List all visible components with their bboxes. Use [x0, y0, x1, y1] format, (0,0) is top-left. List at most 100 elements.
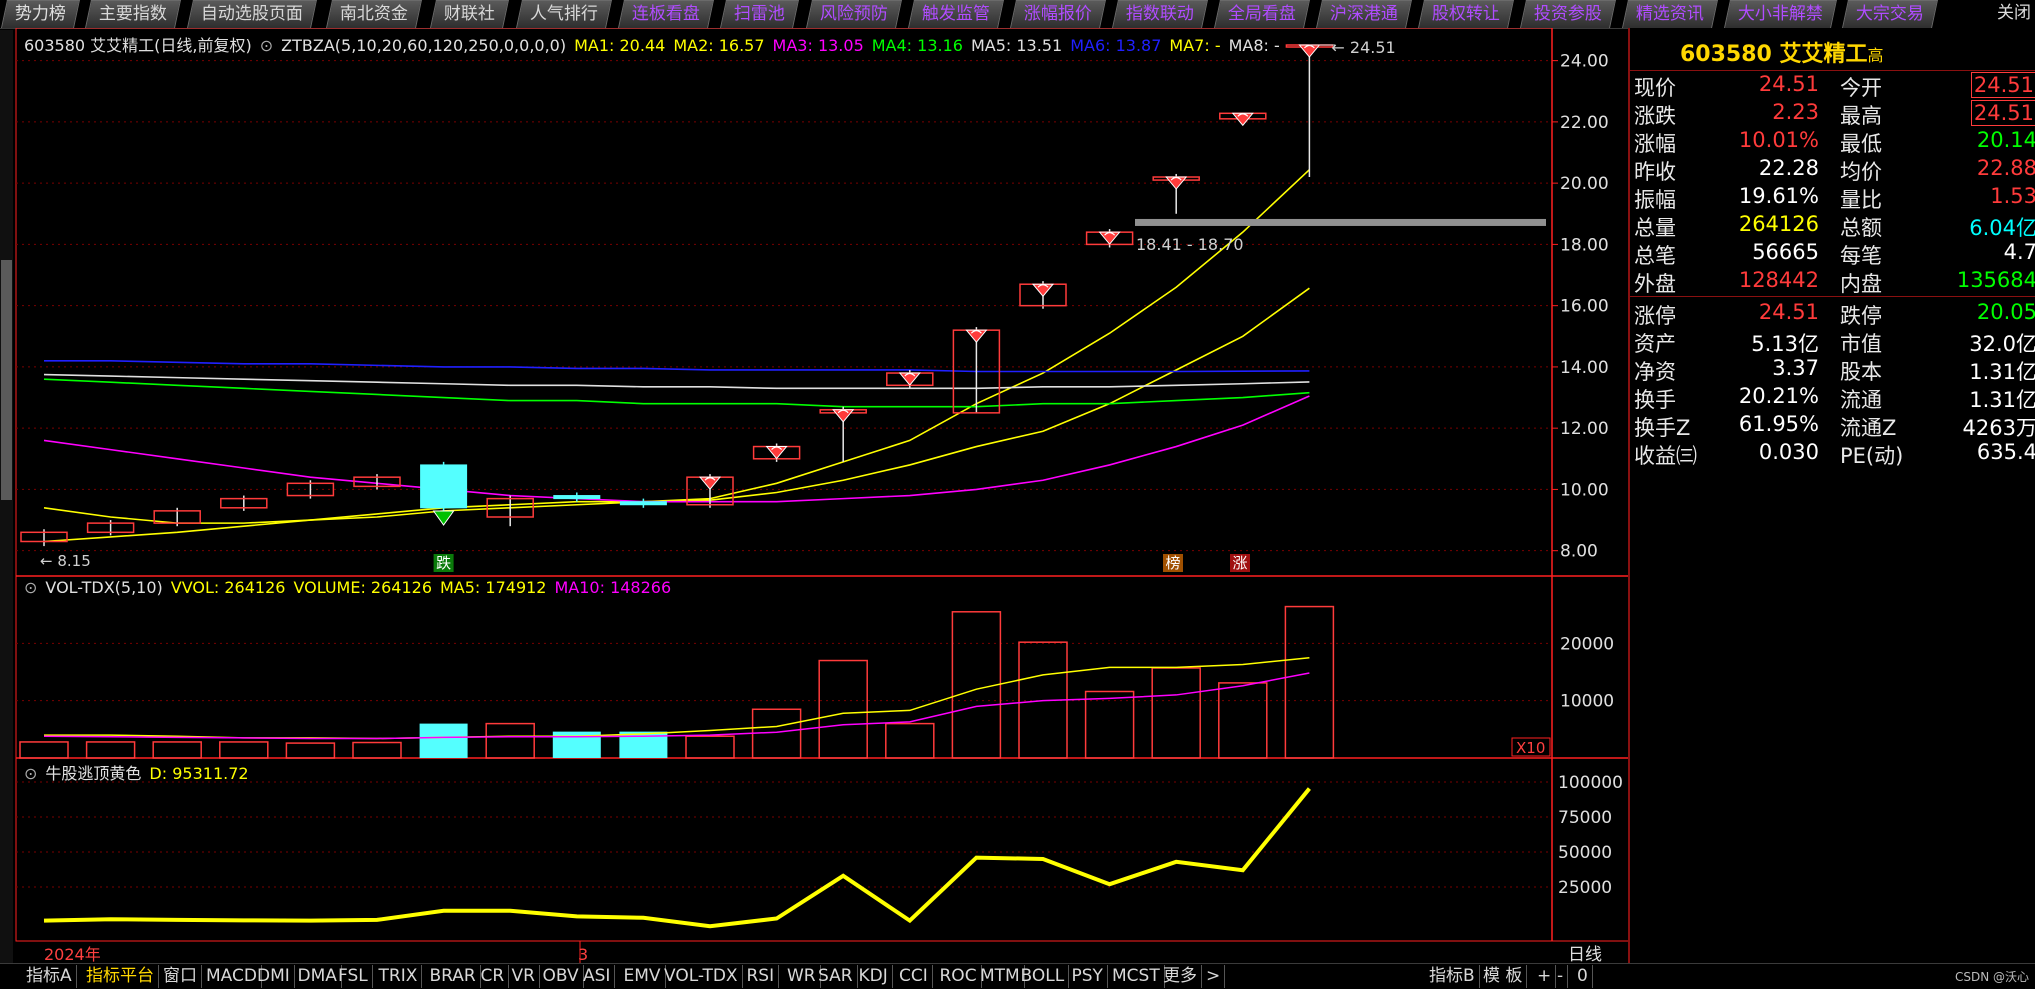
bottom-tab-cr[interactable]: CR [477, 965, 510, 988]
scrollbar-thumb[interactable] [1, 260, 12, 500]
quote-label: 内盘 [1840, 272, 1882, 296]
top-tab-19[interactable]: 大宗交易 [1842, 0, 1938, 28]
bottom-right-4[interactable]: - [1553, 965, 1569, 988]
quote-row: 收益㈢ 0.030 PE(动) 635.4 [1630, 440, 2035, 468]
quote-value: 20.21% [1738, 384, 1819, 408]
bottom-tab-指标a[interactable]: 指标A [22, 965, 77, 988]
bottom-tab-rsi[interactable]: RSI [743, 965, 780, 988]
quote-label: 净资 [1634, 360, 1676, 384]
top-tab-13[interactable]: 全局看盘 [1214, 0, 1310, 28]
price-tick-label: 18.00 [1560, 235, 1609, 255]
quote-row: 总笔 56665 每笔 4.7 [1630, 240, 2035, 268]
date-label: 2024年 [44, 945, 101, 963]
top-tab-15[interactable]: 股权转让 [1418, 0, 1514, 28]
quote-label: PE(动) [1840, 444, 1904, 468]
ma7-value: MA7: - [1169, 36, 1221, 55]
top-tab-14[interactable]: 沪深港通 [1316, 0, 1412, 28]
bottom-tab-trix[interactable]: TRIX [375, 965, 423, 988]
indicator-header: ⊙ 牛股逃顶黄色 D: 95311.72 [24, 760, 257, 784]
ma3-value: MA3: 13.05 [772, 36, 864, 55]
top-tab-1[interactable]: 势力榜 [1, 0, 80, 28]
bottom-tab-emv[interactable]: EMV [620, 965, 666, 988]
quote-label: 流通 [1840, 388, 1882, 412]
ind-toggle-icon[interactable]: ⊙ [24, 764, 37, 783]
quote-row: 振幅 19.61% 量比 1.53 [1630, 184, 2035, 212]
quote-title-tag: 高 [1867, 46, 1884, 65]
bottom-tab-asi[interactable]: ASI [579, 965, 616, 988]
bottom-tab-更多[interactable]: 更多 [1159, 965, 1202, 988]
limit-up-marker [698, 476, 722, 490]
period-label[interactable]: 日线 [1568, 945, 1602, 965]
quote-label: 现价 [1634, 76, 1676, 100]
bottom-tab-窗口[interactable]: 窗口 [159, 965, 202, 988]
kline-chart: 24.00 22.00 20.00 18.00 16.00 14.00 12.00 10.00… [15, 27, 1628, 965]
bottom-tab-fsl[interactable]: FSL [334, 965, 373, 988]
top-tab-9[interactable]: 风险预防 [806, 0, 902, 28]
top-tab-4[interactable]: 南北资金 [326, 0, 422, 28]
bottom-right-1[interactable]: 指标B [1425, 965, 1480, 988]
quote-value: 3.37 [1772, 356, 1819, 380]
top-tab-18[interactable]: 大小非解禁 [1724, 0, 1837, 28]
quote-label: 总笔 [1634, 244, 1676, 268]
indicator-tick-label: 25000 [1558, 878, 1612, 898]
top-tab-5[interactable]: 财联社 [430, 0, 509, 28]
bottom-right-5[interactable]: 0 [1573, 965, 1593, 988]
quote-value: 2.23 [1772, 100, 1819, 124]
vol-ma10-value: MA10: 148266 [554, 578, 672, 597]
quote-label: 最低 [1840, 132, 1882, 156]
indicator-name[interactable]: ZTBZA(5,10,20,60,120,250,0,0,0,0) [281, 36, 566, 55]
quote-value: 10.01% [1738, 128, 1819, 152]
top-tab-16[interactable]: 投资参股 [1520, 0, 1616, 28]
bottom-tab-kdj[interactable]: KDJ [855, 965, 893, 988]
limit-up-marker [965, 329, 988, 343]
quote-label: 流通Z [1840, 416, 1897, 440]
bottom-tab-brar[interactable]: BRAR [426, 965, 481, 988]
volume-bar [85, 741, 136, 759]
top-tab-2[interactable]: 主要指数 [85, 0, 181, 28]
top-tab-12[interactable]: 指数联动 [1112, 0, 1208, 28]
vol-indicator-name[interactable]: VOL-TDX(5,10) [45, 578, 162, 597]
bottom-tab-dmi[interactable]: DMI [253, 965, 295, 988]
bottom-tab-roc[interactable]: ROC [936, 965, 982, 988]
bottom-tab-cci[interactable]: CCI [895, 965, 933, 988]
volume-bar [285, 742, 336, 759]
top-tab-6[interactable]: 人气排行 [516, 0, 612, 28]
quote-value: 20.05 [1976, 300, 2035, 324]
bottom-tab-obv[interactable]: OBV [539, 965, 584, 988]
quote-value: 24.51 [1970, 72, 2035, 98]
top-tab-8[interactable]: 扫雷池 [720, 0, 799, 28]
top-tab-10[interactable]: 触发监管 [908, 0, 1004, 28]
quote-divider [1630, 70, 2035, 71]
bottom-tab-psy[interactable]: PSY [1068, 965, 1108, 988]
bottom-tab-vr[interactable]: VR [508, 965, 540, 988]
indicator-toggle-icon[interactable]: ⊙ [260, 36, 273, 55]
bottom-tab-指标平台[interactable]: 指标平台 [82, 965, 159, 988]
top-tab-17[interactable]: 精选资讯 [1622, 0, 1718, 28]
limit-down-marker [432, 510, 455, 526]
top-tab-3[interactable]: 自动选股页面 [187, 0, 317, 28]
top-tab-label: 南北资金 [339, 4, 408, 24]
top-tab-label: 自动选股页面 [200, 4, 303, 24]
close-button[interactable]: 关闭 [1993, 0, 2035, 27]
quote-row: 净资 3.37 股本 1.31亿 [1630, 356, 2035, 384]
bottom-right-2[interactable]: 模 板 [1479, 965, 1528, 988]
bottom-tab->[interactable]: > [1202, 965, 1226, 988]
bottom-tab-boll[interactable]: BOLL [1017, 965, 1070, 988]
vol-toggle-icon[interactable]: ⊙ [24, 578, 37, 597]
quote-value: 56665 [1752, 240, 1819, 264]
bottom-tab-sar[interactable]: SAR [814, 965, 858, 988]
quote-value: 22.88 [1976, 156, 2035, 180]
top-tab-label: 投资参股 [1533, 4, 1602, 24]
ind-name[interactable]: 牛股逃顶黄色 [45, 764, 141, 783]
date-label: 3 [578, 945, 588, 963]
bottom-tab-mcst[interactable]: MCST [1108, 965, 1165, 988]
price-tick-label: 16.00 [1560, 297, 1609, 317]
quote-value: 135684 [1956, 268, 2035, 292]
volume-value: VOLUME: 264126 [293, 578, 432, 597]
bottom-tab-vol-tdx[interactable]: VOL-TDX [660, 965, 743, 988]
top-tab-11[interactable]: 涨幅报价 [1010, 0, 1106, 28]
quote-value: 1.53 [1990, 184, 2035, 208]
volume-bar [19, 741, 69, 759]
vertical-scrollbar[interactable] [0, 30, 13, 965]
top-tab-7[interactable]: 连板看盘 [618, 0, 714, 28]
